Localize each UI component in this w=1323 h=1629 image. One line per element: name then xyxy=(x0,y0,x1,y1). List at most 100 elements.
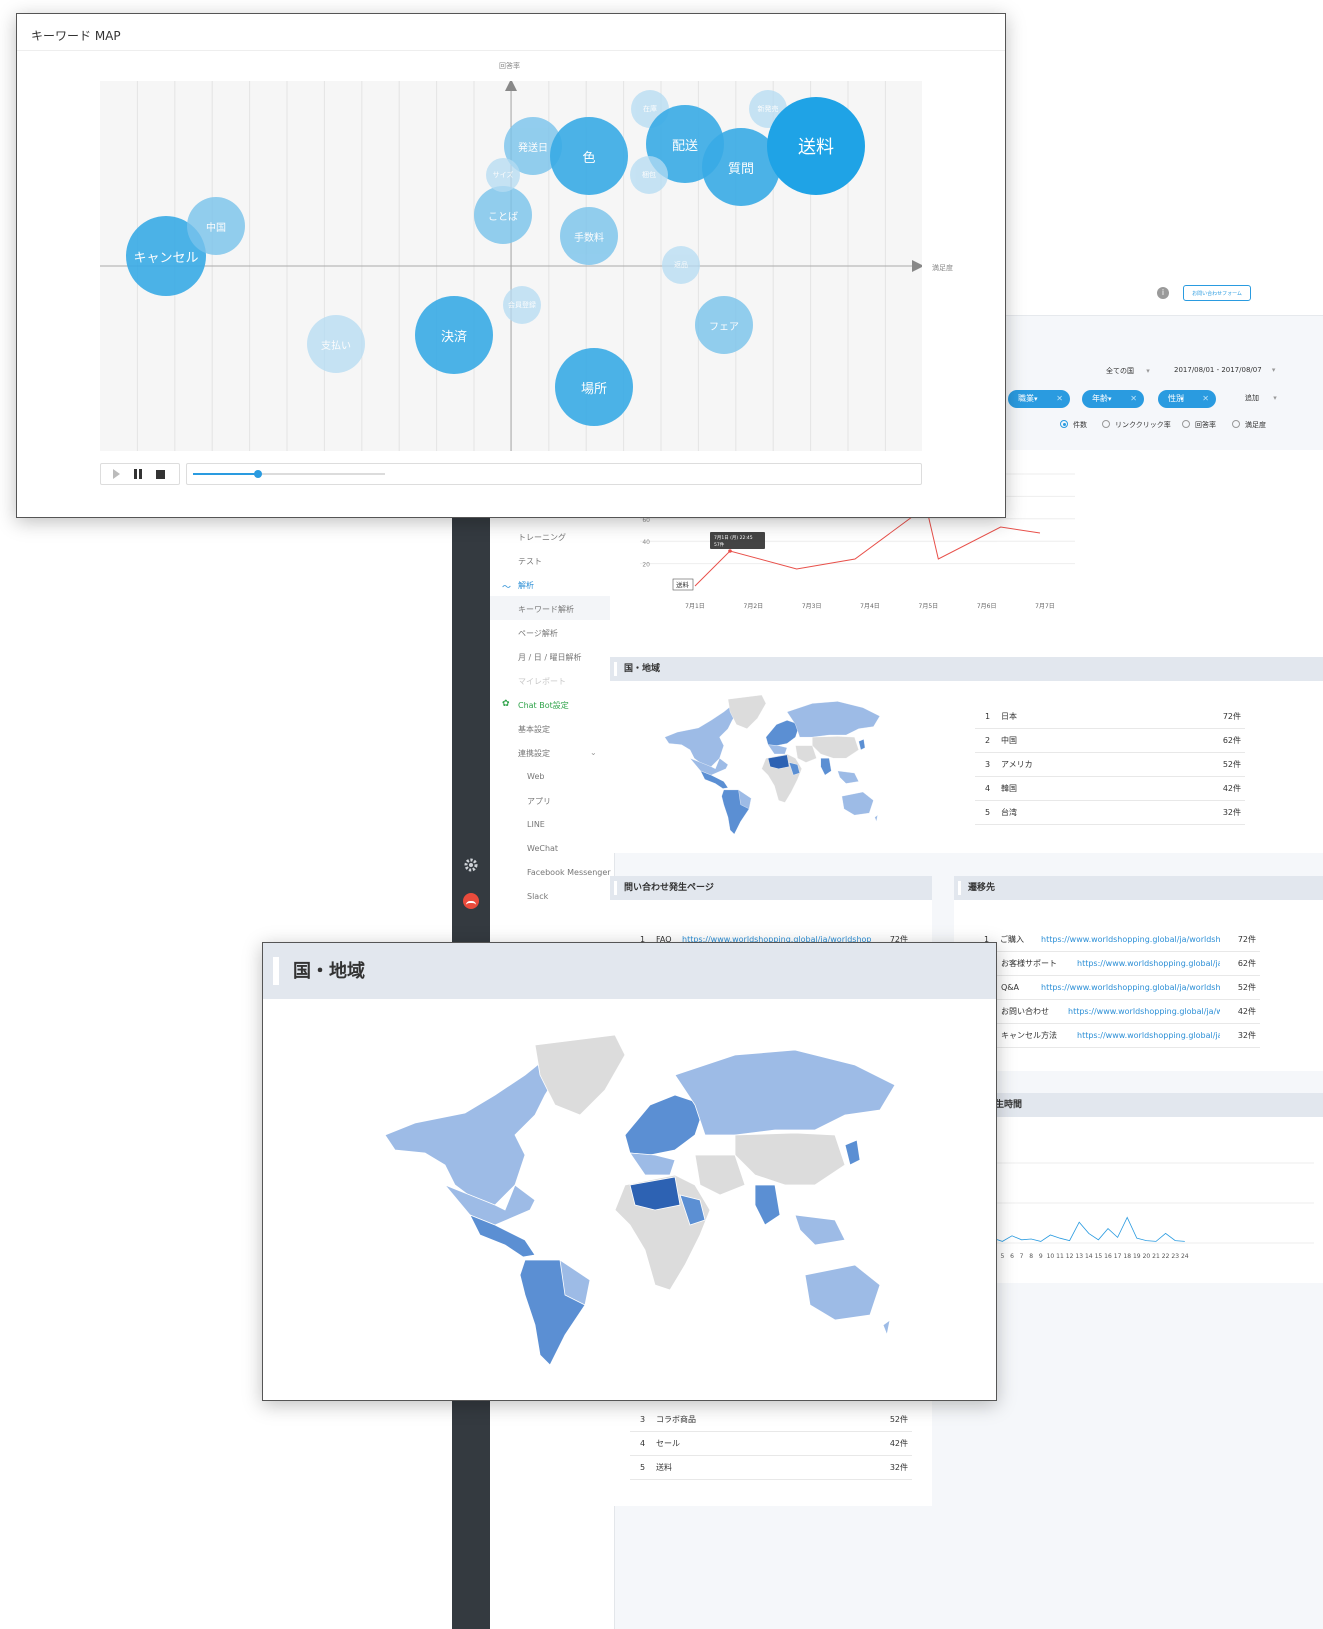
region-middle-east[interactable] xyxy=(795,745,817,763)
table-row[interactable]: 4 セール 42件 xyxy=(630,1432,912,1456)
close-icon[interactable]: ✕ xyxy=(1202,390,1209,408)
table-row[interactable]: Q&A https://www.worldshopping.global/ja/w… xyxy=(974,976,1260,1000)
sidebar-item-2[interactable]: 〜解析 xyxy=(502,580,534,593)
table-row[interactable]: 5 送料 32件 xyxy=(630,1456,912,1480)
destination-url-link[interactable]: https://www.worldshopping.global/ja/worl… xyxy=(1068,1000,1220,1024)
region-new-zealand[interactable] xyxy=(874,814,878,823)
region-japan[interactable] xyxy=(844,1139,861,1166)
brand-logo-icon[interactable] xyxy=(463,893,479,909)
filter-pill[interactable]: 性別 ▾ ✕ xyxy=(1158,390,1216,408)
close-icon[interactable]: ✕ xyxy=(1056,390,1063,408)
region-new-zealand[interactable] xyxy=(882,1319,891,1337)
stop-icon[interactable] xyxy=(156,470,165,479)
table-row[interactable]: 1 ご購入 https://www.worldshopping.global/ja/… xyxy=(974,928,1260,952)
metric-radio[interactable]: 満足度 xyxy=(1232,420,1266,430)
table-row[interactable]: お客様サポート https://www.worldshopping.global/… xyxy=(974,952,1260,976)
timeline-handle[interactable] xyxy=(253,470,262,478)
region-russia[interactable] xyxy=(674,1049,896,1136)
x-tick-label: 7月2日 xyxy=(744,603,764,610)
region-europe[interactable] xyxy=(624,1094,706,1156)
table-row[interactable]: お問い合わせ https://www.worldshopping.global/j… xyxy=(974,1000,1260,1024)
destination-url-link[interactable]: https://www.worldshopping.global/ja/worl… xyxy=(1077,1024,1220,1048)
region-china[interactable] xyxy=(734,1132,846,1186)
date-range-picker[interactable]: 2017/08/01 - 2017/08/07 ▾ xyxy=(1174,366,1275,374)
x-tick-label: 7月3日 xyxy=(802,603,822,610)
region-india[interactable] xyxy=(754,1184,781,1226)
region-australia[interactable] xyxy=(804,1264,881,1321)
region-japan[interactable] xyxy=(858,739,866,751)
sidebar-item-7[interactable]: ✿ Chat Bot設定 xyxy=(502,699,569,711)
keyword-bubble[interactable]: 中国 xyxy=(187,197,245,255)
region-southern-europe[interactable] xyxy=(767,744,788,755)
table-row[interactable]: 3 コラボ商品 52件 xyxy=(630,1408,912,1432)
region-southeast-asia[interactable] xyxy=(837,770,859,784)
sidebar-item-10[interactable]: Web xyxy=(527,772,544,781)
filter-pill[interactable]: 職業 ▾ ✕ xyxy=(1008,390,1070,408)
timeline-track[interactable] xyxy=(186,463,922,485)
sidebar-item-15[interactable]: Slack xyxy=(527,892,548,901)
close-icon[interactable]: ✕ xyxy=(1130,390,1137,408)
keyword-bubble[interactable]: 支払い xyxy=(307,315,365,373)
metric-radio[interactable]: 回答率 xyxy=(1182,420,1216,430)
sidebar-item-1[interactable]: テスト xyxy=(518,556,542,567)
keyword-bubble[interactable]: 返品 xyxy=(662,246,700,284)
sidebar-item-14[interactable]: Facebook Messenger xyxy=(527,868,611,877)
country-rank-row[interactable]: 2 中国 62件 xyxy=(975,729,1245,753)
sidebar-item-8[interactable]: 基本設定 xyxy=(518,724,550,735)
region-southern-europe[interactable] xyxy=(629,1152,676,1176)
series-line xyxy=(694,515,1041,587)
keyword-bubble[interactable]: 会員登録 xyxy=(503,286,541,324)
sidebar-item-label: テスト xyxy=(518,557,542,566)
destination-url-link[interactable]: https://www.worldshopping.global/ja/worl… xyxy=(1041,928,1220,952)
sidebar-item-13[interactable]: WeChat xyxy=(527,844,558,853)
sidebar-item-4[interactable]: ページ解析 xyxy=(518,628,558,639)
filter-pill[interactable]: 年齢 ▾ ✕ xyxy=(1082,390,1144,408)
keyword-bubble[interactable]: 送料 xyxy=(767,97,865,195)
settings-icon[interactable] xyxy=(463,857,479,873)
country-rank-row[interactable]: 1 日本 72件 xyxy=(975,705,1245,729)
region-middle-east[interactable] xyxy=(694,1154,746,1196)
region-europe[interactable] xyxy=(765,720,800,746)
region-north-africa[interactable] xyxy=(767,754,790,769)
metric-radio[interactable]: リンククリック率 xyxy=(1102,420,1171,430)
region-china[interactable] xyxy=(812,736,859,759)
keyword-bubble[interactable]: フェア xyxy=(695,296,753,354)
x-tick-label: 5 xyxy=(1000,1253,1004,1260)
sidebar-item-6[interactable]: マイレポート xyxy=(518,676,566,687)
info-icon[interactable]: i xyxy=(1157,287,1169,299)
keyword-bubble[interactable]: 場所 xyxy=(555,348,633,426)
pause-icon[interactable] xyxy=(134,469,142,479)
region-greenland[interactable] xyxy=(727,694,767,729)
keyword-bubble[interactable]: 決済 xyxy=(415,296,493,374)
keyword-bubble[interactable]: 色 xyxy=(550,117,628,195)
country-rank-row[interactable]: 3 アメリカ 52件 xyxy=(975,753,1245,777)
play-icon[interactable] xyxy=(113,469,120,479)
sidebar-item-5[interactable]: 月 / 日 / 曜日解析 xyxy=(518,652,582,663)
inquiry-form-button[interactable]: お問い合わせフォーム xyxy=(1183,285,1251,301)
region-russia[interactable] xyxy=(786,701,881,738)
region-southeast-asia[interactable] xyxy=(794,1214,846,1246)
sidebar-item-12[interactable]: LINE xyxy=(527,820,545,829)
sidebar-item-0[interactable]: トレーニング xyxy=(518,532,566,543)
country-rank-row[interactable]: 4 韓国 42件 xyxy=(975,777,1245,801)
keyword-bubble-label: 新発売 xyxy=(757,105,779,113)
country-rank-row[interactable]: 5 台湾 32件 xyxy=(975,801,1245,825)
region-select[interactable]: 全ての国 ▾ xyxy=(1106,366,1150,376)
keyword-bubble[interactable]: 手数料 xyxy=(560,207,618,265)
sidebar-item-11[interactable]: アプリ xyxy=(527,796,551,807)
add-filter-button[interactable]: 追加 ▾ xyxy=(1245,393,1277,403)
keyword-bubble[interactable]: サイズ xyxy=(486,158,520,192)
region-greenland[interactable] xyxy=(534,1034,626,1116)
destination-url-link[interactable]: https://www.worldshopping.global/ja/worl… xyxy=(1041,976,1220,1000)
keyword-bubble[interactable]: 梱包 xyxy=(630,156,668,194)
sidebar-item-label: 基本設定 xyxy=(518,725,550,734)
sidebar-item-9[interactable]: 連携設定 ⌄ xyxy=(518,748,597,759)
region-north-africa[interactable] xyxy=(629,1176,681,1211)
keyword-bubble[interactable]: ことば xyxy=(474,186,532,244)
region-india[interactable] xyxy=(820,758,832,776)
sidebar-item-3[interactable]: キーワード解析 xyxy=(518,604,574,615)
region-australia[interactable] xyxy=(841,791,874,816)
table-row[interactable]: キャンセル方法 https://www.worldshopping.global/… xyxy=(974,1024,1260,1048)
metric-radio[interactable]: 件数 xyxy=(1060,420,1087,430)
destination-url-link[interactable]: https://www.worldshopping.global/ja/worl… xyxy=(1077,952,1220,976)
